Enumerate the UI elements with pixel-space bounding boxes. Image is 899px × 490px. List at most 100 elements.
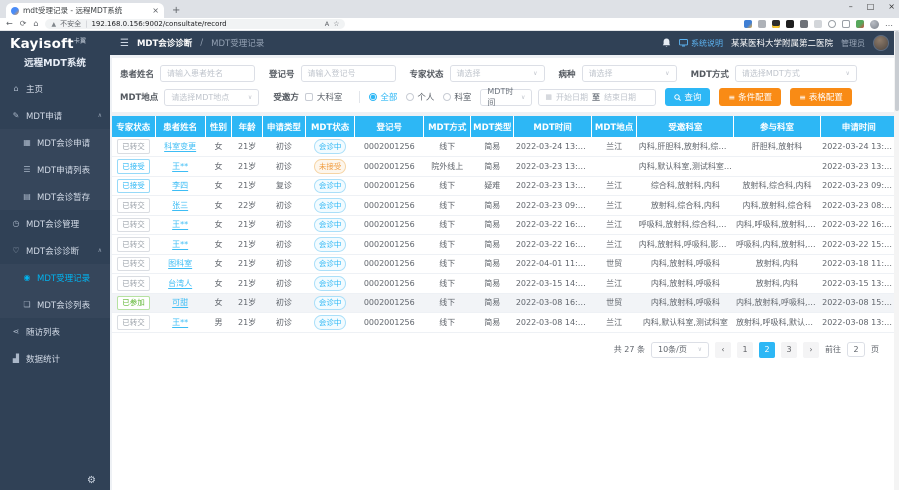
user-avatar[interactable]	[873, 35, 889, 51]
gender-cell-container: 男	[205, 313, 232, 333]
date-end-placeholder: 结束日期	[604, 92, 636, 103]
sidebar-item-mdt-apply-list[interactable]: ☰MDT申请列表	[0, 156, 110, 183]
sidebar-item-mdt-consult-apply[interactable]: ▦MDT会诊申请	[0, 129, 110, 156]
gear-icon[interactable]: ⚙	[87, 475, 96, 486]
extension-icon[interactable]	[758, 20, 766, 28]
patient-name-link[interactable]: 王**	[172, 220, 188, 229]
home-icon: ⌂	[11, 84, 21, 93]
mdt-mode-select[interactable]: 请选择MDT方式∨	[735, 65, 857, 82]
menu-collapse-icon[interactable]: ☰	[120, 38, 129, 49]
breadcrumb-parent[interactable]: MDT会诊诊断	[137, 37, 192, 49]
sync-icon[interactable]	[828, 20, 836, 28]
patient-name-link[interactable]: 图科室	[168, 259, 192, 268]
bell-icon[interactable]	[662, 38, 671, 48]
extension-icon[interactable]	[856, 20, 864, 28]
scrollbar-thumb[interactable]	[895, 31, 899, 111]
apply-type-cell: 初诊	[276, 279, 292, 288]
gender-cell-container: 女	[205, 235, 232, 255]
read-aloud-icon[interactable]: A	[325, 20, 329, 28]
big-dept-checkbox[interactable]	[305, 93, 313, 101]
chevron-down-icon: ∨	[693, 346, 702, 353]
sidebar-item-mdt-diagnosis[interactable]: ♡MDT会诊诊断∧	[0, 237, 110, 264]
patient-name-link[interactable]: 李四	[172, 181, 188, 190]
patient-name-link[interactable]: 张三	[172, 201, 188, 210]
mdt-mode-cell: 线下	[439, 259, 455, 268]
register-no-cell-container: 0002001256	[355, 176, 424, 196]
page-button-1[interactable]: 1	[737, 342, 753, 358]
patient-name-link[interactable]: 王**	[172, 318, 188, 327]
apply-time-cell-container: 2022-03-23 09:35:39	[820, 176, 897, 196]
window-minimize-button[interactable]: –	[849, 2, 853, 11]
big-dept-checkbox-label[interactable]: 大科室	[317, 91, 343, 103]
column-header: 申请时间	[820, 116, 897, 137]
apply-type-cell: 初诊	[276, 162, 292, 171]
invited-depts-cell: 内科,放射科,呼吸科,影像科	[639, 240, 734, 249]
new-tab-button[interactable]: +	[172, 3, 180, 18]
patient-name-link[interactable]: 王**	[172, 240, 188, 249]
sidebar-item-mdt-accept-record[interactable]: ◉MDT受理记录	[0, 264, 110, 291]
register-no-input[interactable]: 请输入登记号	[301, 65, 396, 82]
next-page-button[interactable]: ›	[803, 342, 819, 358]
sidebar-item-mdt-apply[interactable]: ✎MDT申请∧	[0, 102, 110, 129]
page-size-select[interactable]: 10条/页∨	[651, 342, 709, 358]
table-config-button[interactable]: ≡表格配置	[790, 88, 852, 106]
extension-icon[interactable]	[772, 20, 780, 28]
mdt-time-select[interactable]: MDT时间∨	[480, 89, 532, 106]
window-close-button[interactable]: ×	[888, 2, 895, 11]
sidebar-item-followup-list[interactable]: ⋖随访列表	[0, 318, 110, 345]
table-row: 已参加可甜女21岁初诊会诊中0002001256线下简易2022-03-08 1…	[112, 293, 897, 313]
age-cell: 21岁	[238, 259, 256, 268]
system-help-link[interactable]: 系统说明	[679, 38, 723, 49]
disease-select[interactable]: 请选择∨	[582, 65, 677, 82]
gender-cell-container: 女	[205, 176, 232, 196]
address-bar[interactable]: ▲ 不安全 | 192.168.0.156:9002/consultate/re…	[45, 19, 345, 29]
tab-close-icon[interactable]: ×	[152, 6, 159, 15]
split-screen-icon[interactable]	[842, 20, 850, 28]
extension-icon[interactable]	[814, 20, 822, 28]
mdt-mode-cell-container: 线下	[424, 176, 471, 196]
patient-name-link[interactable]: 台湾人	[168, 279, 192, 288]
profile-avatar[interactable]	[870, 20, 879, 29]
page-scrollbar[interactable]	[894, 31, 899, 490]
mdt-place-cell-container: 兰江	[591, 196, 636, 216]
form-icon: ▦	[22, 138, 32, 147]
window-maximize-button[interactable]: □	[867, 2, 875, 11]
patient-name-link[interactable]: 科室变更	[164, 142, 196, 151]
favorite-star-icon[interactable]: ☆	[333, 20, 339, 28]
sidebar-item-mdt-consult-draft[interactable]: ▤MDT会诊暂存	[0, 183, 110, 210]
refresh-icon[interactable]: ⟳	[20, 20, 27, 28]
condition-config-button[interactable]: ≡条件配置	[719, 88, 781, 106]
sidebar-item-data-stats[interactable]: ▟数据统计	[0, 345, 110, 372]
invited-depts-cell-container: 呼吸科,放射科,综合科,内科	[637, 215, 734, 235]
extension-icon[interactable]	[786, 20, 794, 28]
radio-dept[interactable]: 科室	[443, 91, 471, 103]
browser-tab[interactable]: mdt受理记录 - 远程MDT系统 ×	[6, 3, 164, 18]
date-range-picker[interactable]: ▦ 开始日期 至 结束日期	[538, 89, 656, 106]
search-button[interactable]: 查询	[665, 88, 710, 106]
apply-type-cell-container: 复诊	[262, 176, 305, 196]
more-menu-icon[interactable]: …	[885, 20, 893, 28]
join-depts-cell-container: 放射科,内科	[734, 274, 820, 294]
radio-personal[interactable]: 个人	[406, 91, 434, 103]
page-button-2[interactable]: 2	[759, 342, 775, 358]
extension-icon[interactable]	[744, 20, 752, 28]
goto-page-input[interactable]: 2	[847, 342, 865, 357]
mdt-status-badge: 会诊中	[314, 315, 347, 330]
page-button-3[interactable]: 3	[781, 342, 797, 358]
back-icon[interactable]: ←	[6, 20, 13, 28]
patient-name-link[interactable]: 可甜	[172, 298, 188, 307]
patient-name-link[interactable]: 王**	[172, 162, 188, 171]
patient-name-input[interactable]: 请输入患者姓名	[160, 65, 255, 82]
goto-unit: 页	[871, 344, 879, 355]
mdt-place-select[interactable]: 请选择MDT地点∨	[164, 89, 259, 106]
mdt-status-badge-container: 会诊中	[305, 176, 354, 196]
sidebar-item-home[interactable]: ⌂主页	[0, 75, 110, 102]
prev-page-button[interactable]: ‹	[715, 342, 731, 358]
sidebar-item-mdt-manage[interactable]: ◷MDT会诊管理	[0, 210, 110, 237]
radio-all[interactable]: 全部	[369, 91, 397, 103]
home-nav-icon[interactable]: ⌂	[33, 20, 38, 28]
apply-type-cell-container: 初诊	[262, 196, 305, 216]
extension-icon[interactable]	[800, 20, 808, 28]
sidebar-item-mdt-consult-list[interactable]: ❏MDT会诊列表	[0, 291, 110, 318]
expert-status-select[interactable]: 请选择∨	[450, 65, 545, 82]
